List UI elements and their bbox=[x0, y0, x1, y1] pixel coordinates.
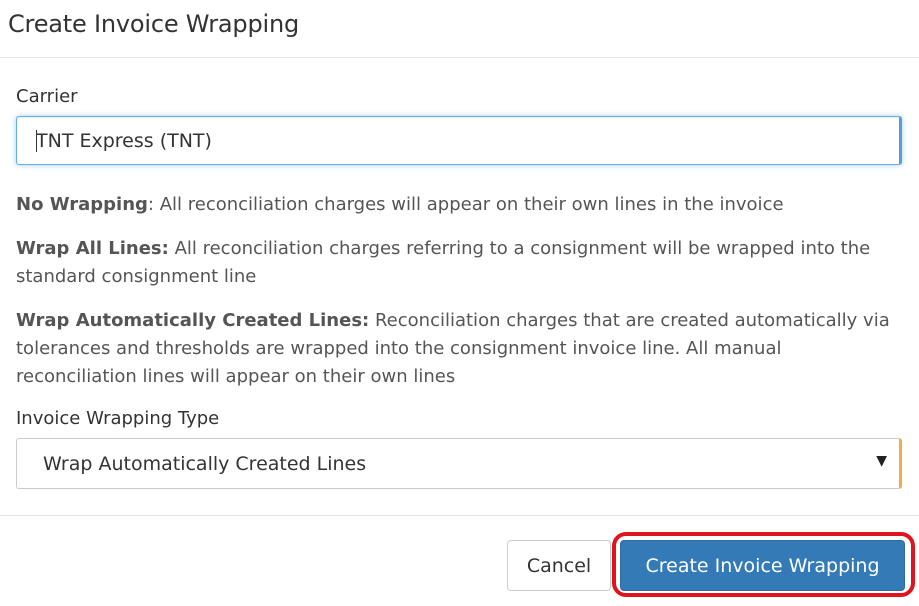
text-cursor bbox=[36, 130, 37, 152]
description-term: No Wrapping bbox=[16, 194, 148, 215]
create-invoice-wrapping-button[interactable]: Create Invoice Wrapping bbox=[620, 540, 905, 591]
selected-wrapping-type: Wrap Automatically Created Lines bbox=[43, 453, 367, 475]
invoice-wrapping-type-select[interactable]: Wrap Automatically Created Lines ▼ bbox=[16, 438, 902, 489]
dialog-body: Carrier No Wrapping: All reconciliation … bbox=[0, 58, 919, 516]
dropdown-arrow-icon: ▼ bbox=[876, 453, 887, 469]
dialog-title: Create Invoice Wrapping bbox=[8, 10, 300, 38]
description-wrap-all-lines: Wrap All Lines: All reconciliation charg… bbox=[16, 235, 902, 291]
invoice-wrapping-type-label: Invoice Wrapping Type bbox=[16, 408, 220, 429]
dialog-footer: Cancel Create Invoice Wrapping bbox=[0, 516, 919, 606]
description-term: Wrap All Lines: bbox=[16, 238, 169, 259]
carrier-label: Carrier bbox=[16, 86, 78, 107]
description-no-wrapping: No Wrapping: All reconciliation charges … bbox=[16, 194, 784, 215]
description-text: All reconciliation charges will appear o… bbox=[159, 194, 784, 215]
create-invoice-wrapping-dialog: Create Invoice Wrapping Carrier No Wrapp… bbox=[0, 0, 919, 606]
dialog-header: Create Invoice Wrapping bbox=[0, 0, 919, 58]
description-wrap-automatic-lines: Wrap Automatically Created Lines: Reconc… bbox=[16, 307, 902, 391]
cancel-button[interactable]: Cancel bbox=[507, 540, 611, 591]
description-term: Wrap Automatically Created Lines: bbox=[16, 310, 370, 331]
carrier-input[interactable] bbox=[16, 116, 902, 165]
